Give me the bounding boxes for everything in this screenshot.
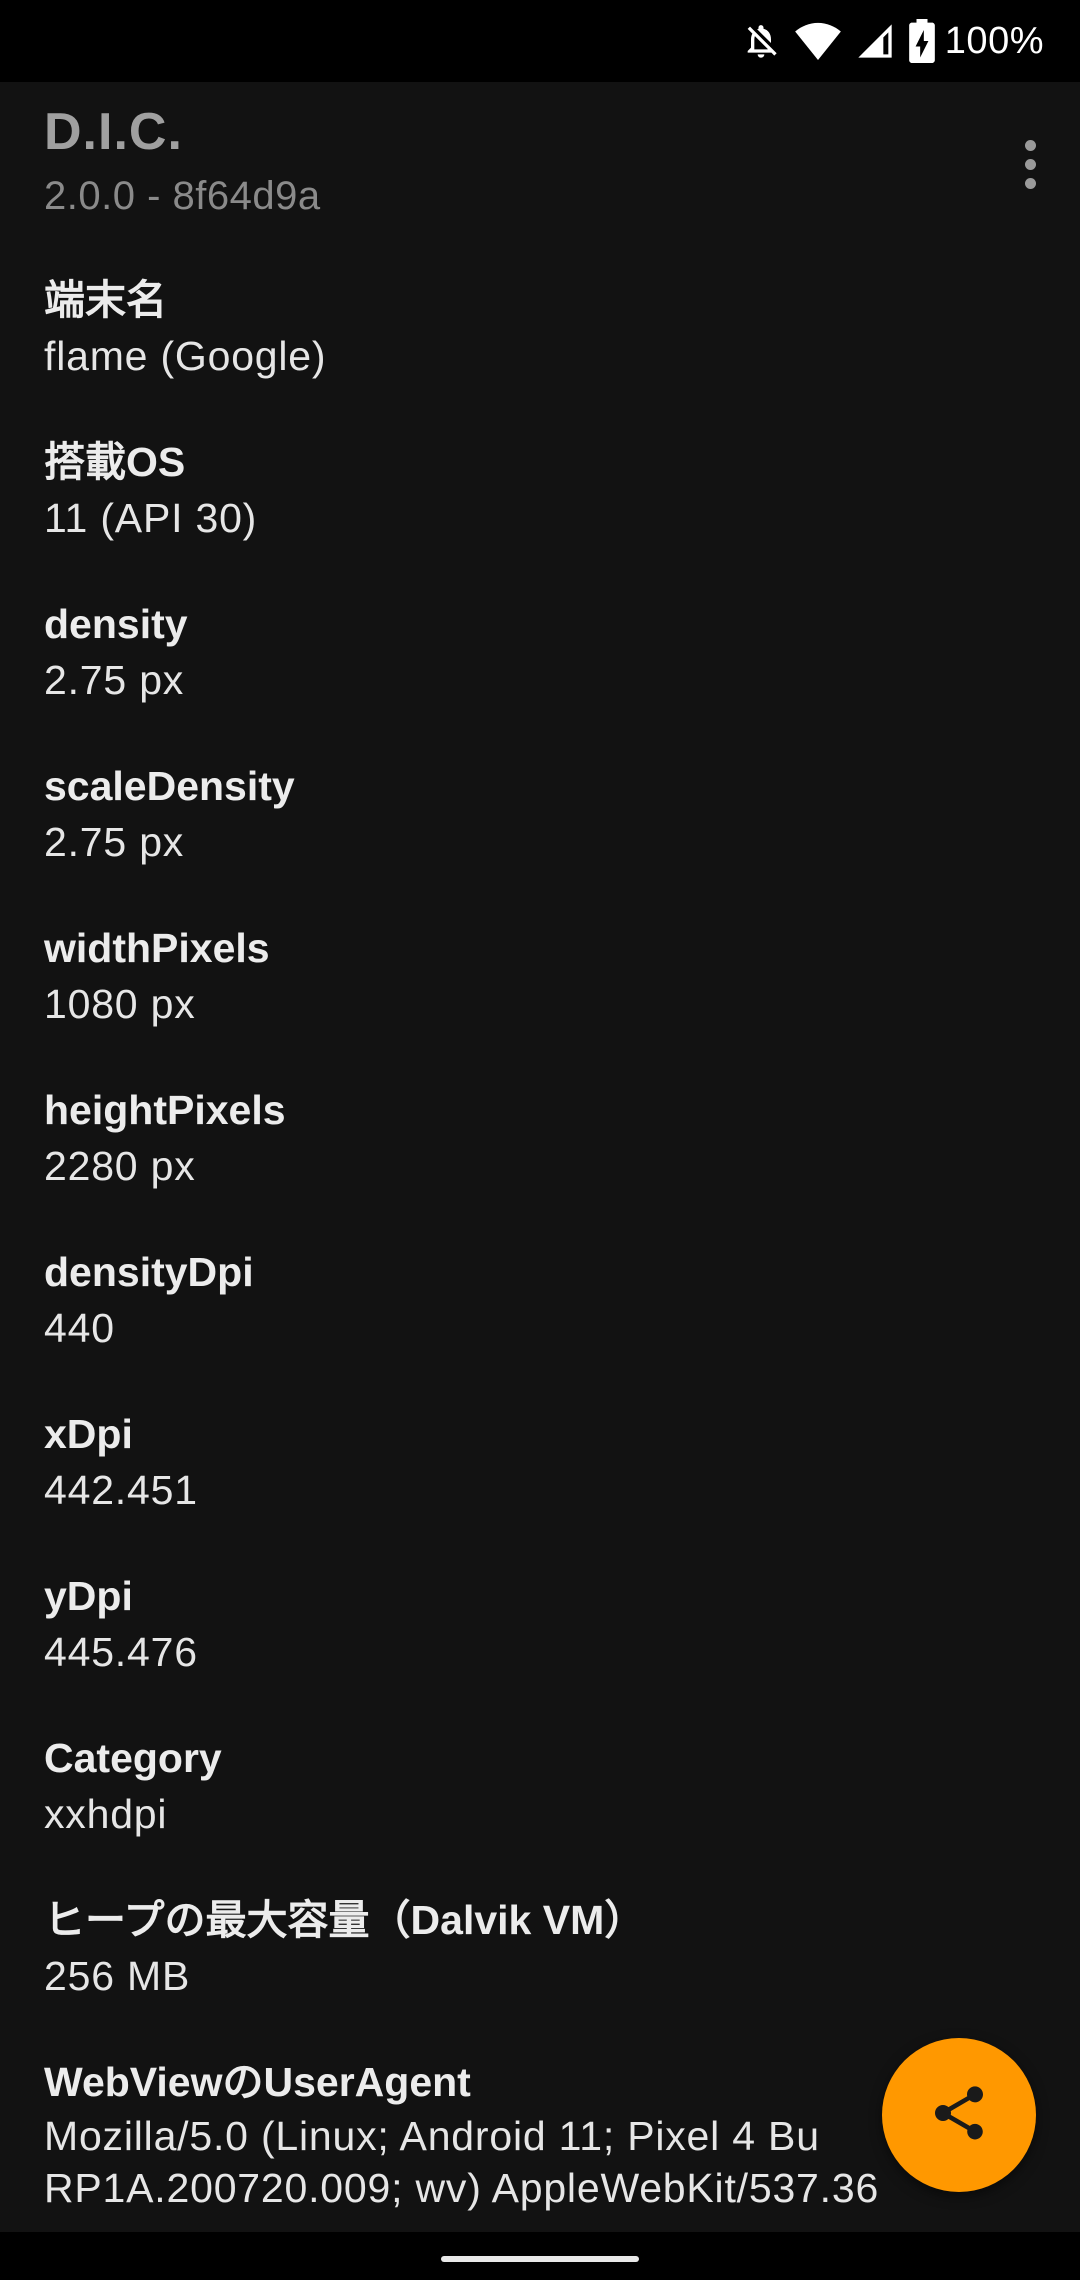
item-value: 442.451 xyxy=(44,1467,198,1513)
app-bar: D.I.C. 2.0.0 - 8f64d9a xyxy=(0,82,1080,242)
status-bar: 100% xyxy=(0,0,1080,82)
item-value: 256 MB xyxy=(44,1953,191,1999)
item-label: 搭載OS xyxy=(44,439,186,485)
item-value: xxhdpi xyxy=(44,1791,168,1837)
item-label: heightPixels xyxy=(44,1087,286,1133)
more-vert-icon xyxy=(1024,139,1036,151)
item-label: widthPixels xyxy=(44,925,270,971)
item-label: xDpi xyxy=(44,1411,133,1457)
battery-charging-icon xyxy=(908,19,935,63)
more-vert-icon-dot xyxy=(1024,158,1036,170)
list-item-density-dpi: densityDpi 440 xyxy=(0,1244,1080,1406)
navigation-bar xyxy=(0,2232,1080,2280)
item-value: 2.75 px xyxy=(44,657,185,703)
item-value: 1080 px xyxy=(44,981,196,1027)
cellular-signal-icon xyxy=(855,21,895,61)
item-value: 11 (API 30) xyxy=(44,495,258,541)
list-item-height-pixels: heightPixels 2280 px xyxy=(0,1082,1080,1244)
list-item-os: 搭載OS 11 (API 30) xyxy=(0,434,1080,596)
item-value: 2280 px xyxy=(44,1143,196,1189)
item-label: density xyxy=(44,601,188,647)
wifi-icon xyxy=(794,21,841,61)
item-label: densityDpi xyxy=(44,1249,254,1295)
item-value-line-2: RP1A.200720.009; wv) AppleWebKit/537.36 xyxy=(44,2165,880,2211)
home-gesture-handle[interactable] xyxy=(441,2256,639,2262)
item-value: flame (Google) xyxy=(44,333,327,379)
item-value: 445.476 xyxy=(44,1629,198,1675)
item-value: 440 xyxy=(44,1305,115,1351)
list-item-category: Category xxhdpi xyxy=(0,1730,1080,1892)
device-info-list[interactable]: 端末名 flame (Google) 搭載OS 11 (API 30) dens… xyxy=(0,272,1080,2232)
list-item-y-dpi: yDpi 445.476 xyxy=(0,1568,1080,1730)
list-item-x-dpi: xDpi 442.451 xyxy=(0,1406,1080,1568)
screen: 100% D.I.C. 2.0.0 - 8f64d9a 端末名 flame (G… xyxy=(0,0,1080,2280)
item-label: ヒープの最大容量（Dalvik VM） xyxy=(44,1897,646,1943)
list-item-scale-density: scaleDensity 2.75 px xyxy=(0,758,1080,920)
share-icon xyxy=(927,2081,991,2150)
item-label: yDpi xyxy=(44,1573,133,1619)
app-title: D.I.C. xyxy=(44,103,183,161)
app-version: 2.0.0 - 8f64d9a xyxy=(44,174,321,218)
list-item-density: density 2.75 px xyxy=(0,596,1080,758)
more-vert-icon-dot xyxy=(1024,177,1036,189)
more-options-button[interactable] xyxy=(1000,124,1060,204)
list-item-width-pixels: widthPixels 1080 px xyxy=(0,920,1080,1082)
item-label: 端末名 xyxy=(44,277,167,323)
status-icons: 100% xyxy=(741,18,1044,64)
list-item-device-name: 端末名 flame (Google) xyxy=(0,272,1080,434)
item-label: scaleDensity xyxy=(44,763,295,809)
item-value: 2.75 px xyxy=(44,819,185,865)
notifications-off-icon xyxy=(741,21,781,61)
share-button[interactable] xyxy=(882,2038,1036,2192)
item-label: Category xyxy=(44,1735,222,1781)
list-item-heap-max: ヒープの最大容量（Dalvik VM） 256 MB xyxy=(0,1892,1080,2054)
battery-percentage: 100% xyxy=(944,19,1044,62)
